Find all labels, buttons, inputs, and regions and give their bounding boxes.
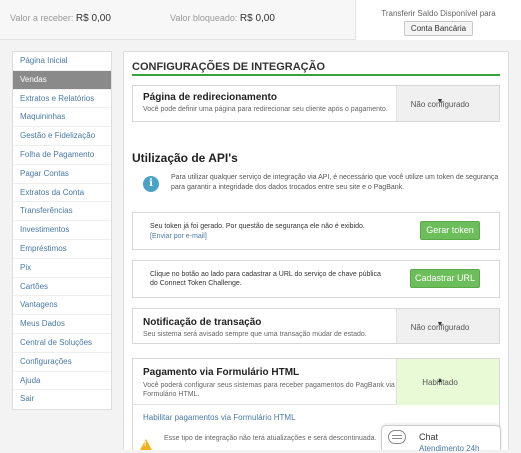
caret-down-icon: ▼ xyxy=(436,98,444,105)
chat-bubble-icon xyxy=(388,430,406,444)
sidebar-item-meus-dados[interactable]: Meus Dados xyxy=(13,315,111,334)
blocked-value: R$ 0,00 xyxy=(239,13,275,24)
redirect-page-card[interactable]: Página de redirecionamento Você pode def… xyxy=(132,85,500,122)
form-header[interactable]: Pagamento via Formulário HTML Você poder… xyxy=(133,359,499,405)
main-content: CONFIGURAÇÕES DE INTEGRAÇÃO Página de re… xyxy=(123,51,509,450)
chat-widget[interactable]: Chat Atendimento 24h xyxy=(381,425,501,453)
caret-up-icon: ▲ xyxy=(436,377,444,384)
chat-title: Chat xyxy=(419,432,439,442)
receive-value: R$ 0,00 xyxy=(75,13,111,24)
register-url-button[interactable]: Cadastrar URL xyxy=(410,269,480,288)
sidebar-item-cartoes[interactable]: Cartões xyxy=(13,278,111,297)
sidebar-item-gestao-fidelizacao[interactable]: Gestão e Fidelização xyxy=(13,127,111,146)
notify-status-toggle[interactable]: Não configurado ▼ xyxy=(396,309,499,343)
chat-subtitle: Atendimento 24h xyxy=(419,444,480,453)
redirect-title: Página de redirecionamento xyxy=(143,92,277,103)
sidebar-item-vendas[interactable]: Vendas xyxy=(13,70,111,90)
blocked-label: Valor bloqueado: xyxy=(170,13,238,23)
form-status-toggle[interactable]: Habilitado ▲ xyxy=(396,359,499,405)
page-title: CONFIGURAÇÕES DE INTEGRAÇÃO xyxy=(132,61,326,73)
redirect-status-toggle[interactable]: Não configurado ▼ xyxy=(396,86,499,121)
form-desc-line2: Formulário HTML. xyxy=(143,391,200,398)
notify-desc: Seu sistema será avisado sempre que uma … xyxy=(143,331,367,338)
sidebar-item-investimentos[interactable]: Investimentos xyxy=(13,221,111,240)
connect-text-line1: Clique no botão ao lado para cadastrar a… xyxy=(150,271,381,278)
send-email-link[interactable]: [Enviar por e-mail] xyxy=(150,232,207,241)
sidebar-item-pix[interactable]: Pix xyxy=(13,259,111,278)
transaction-notification-card[interactable]: Notificação de transação Seu sistema ser… xyxy=(132,308,500,344)
api-info-text: Para utilizar qualquer serviço de integr… xyxy=(171,174,499,191)
notify-title: Notificação de transação xyxy=(143,317,262,328)
sidebar-item-maquininhas[interactable]: Maquininhas xyxy=(13,108,111,128)
enable-prefix: Habilitar pagamentos via xyxy=(143,413,232,422)
transfer-text: Transferir Saldo Disponível para xyxy=(381,9,496,18)
sidebar-item-extratos-conta[interactable]: Extratos da Conta xyxy=(13,184,111,203)
sidebar-item-emprestimos[interactable]: Empréstimos xyxy=(13,240,111,259)
blocked-balance: Valor bloqueado: R$ 0,00 xyxy=(170,13,275,24)
bank-account-button[interactable]: Conta Bancária xyxy=(403,21,474,36)
deprecation-warning: Esse tipo de integração não terá atualiz… xyxy=(164,435,377,442)
sidebar-item-transferencias[interactable]: Transferências xyxy=(13,202,111,222)
sidebar-item-extratos-relatorios[interactable]: Extratos e Relatórios xyxy=(13,90,111,109)
sidebar-item-pagar-contas[interactable]: Pagar Contas xyxy=(13,165,111,184)
sidebar-item-central-solucoes[interactable]: Central de Soluções xyxy=(13,334,111,353)
sidebar-item-folha-pagamento[interactable]: Folha de Pagamento xyxy=(13,146,111,165)
html-form-link[interactable]: Formulário HTML xyxy=(233,413,295,422)
receive-label: Valor a receber: xyxy=(10,13,74,23)
form-desc-line1: Você poderá configurar seus sistemas par… xyxy=(143,382,395,389)
top-balance-bar: Valor a receber: R$ 0,00 Valor bloqueado… xyxy=(0,0,521,40)
enable-form-payment-row: Habilitar pagamentos via Formulário HTML xyxy=(143,413,296,422)
sidebar-item-ajuda[interactable]: Ajuda xyxy=(13,372,111,391)
generate-token-button[interactable]: Gerar token xyxy=(420,221,480,240)
caret-down-icon: ▼ xyxy=(436,321,444,328)
sidebar-item-pagina-inicial[interactable]: Página Inicial xyxy=(13,52,111,71)
sidebar-menu: Página Inicial Vendas Extratos e Relatór… xyxy=(12,51,112,411)
sidebar-item-configuracoes[interactable]: Configurações xyxy=(13,353,111,372)
title-divider xyxy=(132,74,500,76)
info-icon: i xyxy=(143,176,159,192)
sidebar-item-sair[interactable]: Sair xyxy=(13,390,111,409)
sidebar-item-vantagens[interactable]: Vantagens xyxy=(13,296,111,316)
form-title: Pagamento via Formulário HTML xyxy=(143,367,300,378)
connect-card: Clique no botão ao lado para cadastrar a… xyxy=(132,260,500,298)
connect-text-line2: do Connect Token Challenge. xyxy=(150,280,242,287)
receive-balance: Valor a receber: R$ 0,00 xyxy=(10,13,111,24)
token-text: Seu token já foi gerado. Por questão de … xyxy=(150,223,365,230)
token-card: Seu token já foi gerado. Por questão de … xyxy=(132,212,500,250)
transfer-panel: Transferir Saldo Disponível para Conta B… xyxy=(355,0,521,40)
redirect-desc: Você pode definir uma página para redire… xyxy=(143,106,388,113)
api-section-title: Utilização de API's xyxy=(132,151,238,165)
warning-icon: ! xyxy=(140,439,152,450)
